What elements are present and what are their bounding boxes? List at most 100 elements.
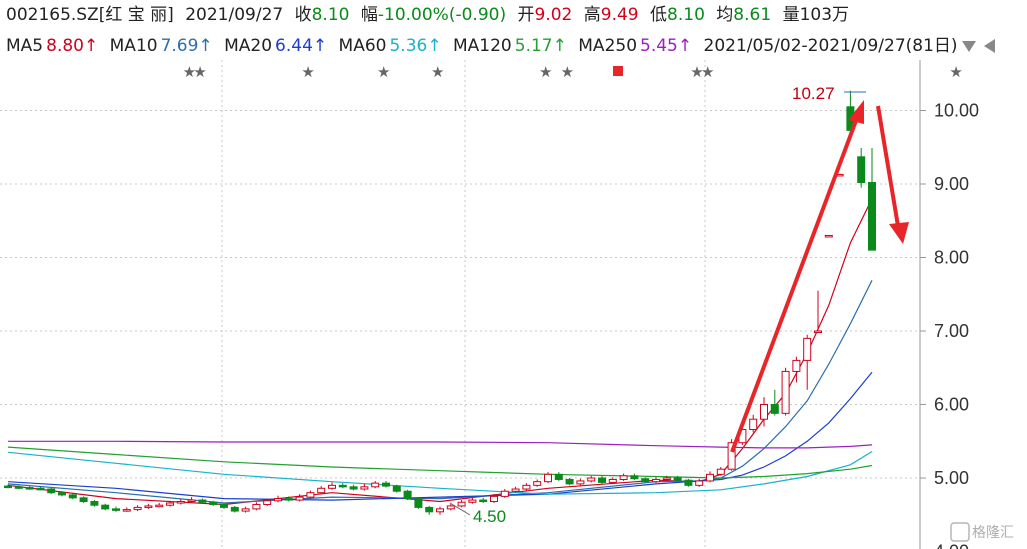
candle-body-down [349,486,358,490]
candle-body-up [576,480,585,485]
candle [457,500,466,508]
ma5-line [7,198,873,506]
candle [695,478,704,487]
candle [565,478,574,486]
candle-body-down [770,404,779,414]
candle [360,483,369,491]
candle-body-up [706,473,714,482]
candle [68,493,77,500]
candle [155,502,164,508]
low-price-label: 4.50 [473,507,506,526]
y-tick-label: 10.00 [934,101,979,121]
candle-body-down [220,503,228,508]
watermark-logo-icon [950,522,970,542]
candle-body-up [328,484,336,489]
candle-body-down [338,484,347,488]
candle-body-up [187,499,196,503]
candle [328,482,336,490]
candle [252,502,261,511]
candle-body-down [598,477,606,483]
candle-body-down [90,501,99,506]
candle-body-up [263,500,272,505]
candle-body-up [122,509,131,512]
candle [230,505,239,513]
candle-body-up [360,486,369,490]
candle-body-up [781,370,790,414]
candle-body-down [25,487,34,490]
star-marker-icon: ★ [561,63,574,81]
candle-body-down [425,506,434,513]
candle [554,472,563,481]
candle [630,473,639,481]
y-tick-label: 6.00 [934,395,969,415]
candle [576,478,585,486]
candle [479,497,488,503]
candle-body-up [608,478,617,483]
candle [90,500,99,507]
star-marker-icon: ★ [539,63,552,81]
candle-body-up [274,498,282,502]
candle-body-up [511,488,520,492]
star-markers: ★★ ★ ★ ★ ★ ★ ★★ ★ [183,63,963,81]
moving-average-lines [7,198,873,506]
event-marker[interactable] [613,66,623,76]
candle-body-up [133,506,142,511]
candle [403,489,412,501]
candle-body-up [814,330,822,333]
candle-body-up [252,503,261,510]
y-tick-label: 7.00 [934,321,969,341]
candle-body-up [587,477,596,482]
candle [112,506,120,512]
candle-body-up [662,477,671,480]
candle-body-down [382,482,390,487]
y-tick-label: 9.00 [934,174,969,194]
fall-arrow-head [889,222,909,244]
candle-body-down [112,508,120,511]
candle [295,494,304,502]
candle [101,503,110,511]
y-tick-label: 5.00 [934,468,969,488]
candle-body-down [79,497,88,503]
candle [306,490,315,499]
candle-body-down [4,485,12,489]
star-marker-icon: ★ [701,63,714,81]
candle-body-down [392,485,401,492]
candle [25,486,34,490]
candle-body-down [58,492,66,496]
candle-body-up [155,504,164,508]
candle-body-down [565,478,574,485]
watermark: 格隆汇 [950,522,1014,542]
candle [79,496,88,503]
candle-body-down [284,498,293,501]
candle-body-up [295,496,304,501]
candle [338,483,347,489]
candle [436,506,444,515]
candle [425,505,434,515]
candle [522,483,531,491]
star-marker-icon: ★ [377,63,390,81]
candle-body-up [317,487,326,494]
candle [382,480,390,488]
candle-body-up [500,490,509,497]
candle-body-down [209,501,218,505]
candle [371,480,380,489]
candle-body-up [306,492,315,498]
candle-body-down [14,486,23,489]
candle [392,484,401,493]
star-marker-icon: ★ [949,63,962,81]
candle-body-up [241,508,250,512]
candle [349,484,358,491]
candle [122,507,131,512]
candle-body-down [36,487,45,491]
candle-body-up [824,234,833,238]
candlestick-chart: ★★★★★★★★★★ 10.009.008.007.006.005.004.00… [0,60,1014,549]
candle-body-down [857,156,866,184]
candle-body-up [760,404,768,420]
candle-body-up [490,495,498,503]
candle [414,497,423,509]
candle [47,487,56,495]
candle-body-up [792,359,801,372]
candle [144,503,153,509]
candles [4,90,876,515]
candle [781,367,790,416]
